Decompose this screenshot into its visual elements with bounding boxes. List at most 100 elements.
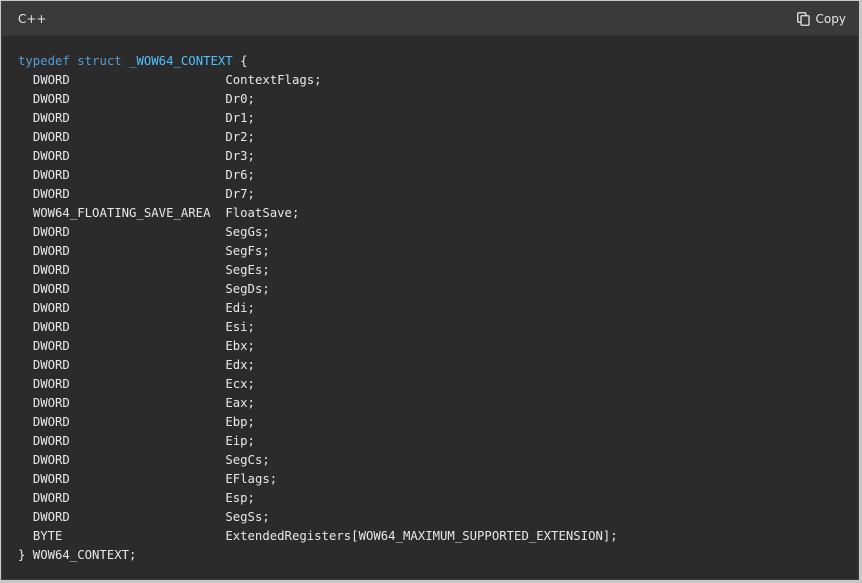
member-name: SegCs; xyxy=(225,453,270,467)
member-name: Dr0; xyxy=(225,92,255,106)
code-line-member: DWORD SegCs; xyxy=(18,451,858,470)
member-padding xyxy=(70,73,225,87)
member-type: DWORD xyxy=(32,301,70,315)
member-padding xyxy=(62,529,225,543)
member-padding xyxy=(70,358,225,372)
member-name: Esi; xyxy=(225,320,255,334)
member-type: DWORD xyxy=(32,92,70,106)
copy-button[interactable]: Copy xyxy=(796,10,846,28)
member-name: ExtendedRegisters[WOW64_MAXIMUM_SUPPORTE… xyxy=(225,529,618,543)
member-type: DWORD xyxy=(32,415,70,429)
language-label: C++ xyxy=(18,11,47,26)
member-padding xyxy=(70,415,225,429)
member-type: DWORD xyxy=(32,244,70,258)
member-type: WOW64_FLOATING_SAVE_AREA xyxy=(32,206,211,220)
code-line-member: DWORD Dr0; xyxy=(18,90,858,109)
member-type: DWORD xyxy=(32,73,70,87)
code-line-member: DWORD SegGs; xyxy=(18,223,858,242)
member-padding xyxy=(70,149,225,163)
member-name: FloatSave; xyxy=(225,206,300,220)
member-type: DWORD xyxy=(32,396,70,410)
member-name: Ebp; xyxy=(225,415,255,429)
member-type: BYTE xyxy=(32,529,63,543)
member-padding xyxy=(70,491,225,505)
code-line-member: DWORD Esp; xyxy=(18,489,858,508)
member-padding xyxy=(70,472,225,486)
code-line-member: DWORD SegDs; xyxy=(18,280,858,299)
member-padding xyxy=(70,111,225,125)
struct-name: _WOW64_CONTEXT xyxy=(129,54,233,68)
code-line-member: DWORD Ebp; xyxy=(18,413,858,432)
member-name: Dr7; xyxy=(225,187,255,201)
code-line-member: DWORD Dr1; xyxy=(18,109,858,128)
member-type: DWORD xyxy=(32,320,70,334)
member-name: Ebx; xyxy=(225,339,255,353)
code-content: typedef struct _WOW64_CONTEXT { DWORD Co… xyxy=(18,52,858,565)
member-padding xyxy=(70,301,225,315)
member-name: Eax; xyxy=(225,396,255,410)
member-padding xyxy=(70,396,225,410)
member-name: Dr3; xyxy=(225,149,255,163)
member-type: DWORD xyxy=(32,491,70,505)
member-type: DWORD xyxy=(32,377,70,391)
member-type: DWORD xyxy=(32,111,70,125)
member-name: Edi; xyxy=(225,301,255,315)
member-name: Dr6; xyxy=(225,168,255,182)
member-padding xyxy=(70,510,225,524)
member-padding xyxy=(70,434,225,448)
member-padding xyxy=(70,282,225,296)
code-line-member: DWORD SegEs; xyxy=(18,261,858,280)
code-line-member: WOW64_FLOATING_SAVE_AREA FloatSave; xyxy=(18,204,858,223)
member-type: DWORD xyxy=(32,434,70,448)
member-padding xyxy=(70,453,225,467)
code-block: C++ Copy typedef struct _WOW64_CONTEXT {… xyxy=(1,1,859,580)
member-name: Dr1; xyxy=(225,111,255,125)
code-line-member: DWORD Eax; xyxy=(18,394,858,413)
code-line-member: DWORD Dr6; xyxy=(18,166,858,185)
member-padding xyxy=(211,206,226,220)
code-line-open: typedef struct _WOW64_CONTEXT { xyxy=(18,52,858,71)
member-padding xyxy=(70,263,225,277)
keyword-typedef: typedef xyxy=(18,54,70,68)
code-line-close: } WOW64_CONTEXT; xyxy=(18,548,137,562)
member-name: SegEs; xyxy=(225,263,270,277)
code-line-member: DWORD Dr3; xyxy=(18,147,858,166)
open-brace: { xyxy=(232,54,248,68)
member-type: DWORD xyxy=(32,263,70,277)
code-line-member: DWORD SegFs; xyxy=(18,242,858,261)
member-name: Ecx; xyxy=(225,377,255,391)
member-type: DWORD xyxy=(32,130,70,144)
code-line-member: DWORD Edi; xyxy=(18,299,858,318)
code-line-member: DWORD SegSs; xyxy=(18,508,858,527)
member-type: DWORD xyxy=(32,339,70,353)
member-padding xyxy=(70,168,225,182)
code-line-member: DWORD Esi; xyxy=(18,318,858,337)
code-line-member: DWORD Dr7; xyxy=(18,185,858,204)
code-block-header: C++ Copy xyxy=(2,2,858,36)
member-name: Esp; xyxy=(225,491,255,505)
member-padding xyxy=(70,320,225,334)
code-line-member: DWORD Ebx; xyxy=(18,337,858,356)
code-line-member: DWORD Ecx; xyxy=(18,375,858,394)
code-line-member: DWORD ContextFlags; xyxy=(18,71,858,90)
member-padding xyxy=(70,339,225,353)
copy-label: Copy xyxy=(815,11,846,26)
member-type: DWORD xyxy=(32,225,70,239)
member-padding xyxy=(70,130,225,144)
member-type: DWORD xyxy=(32,282,70,296)
member-type: DWORD xyxy=(32,168,70,182)
member-padding xyxy=(70,244,225,258)
member-name: SegFs; xyxy=(225,244,270,258)
member-padding xyxy=(70,377,225,391)
member-name: SegGs; xyxy=(225,225,270,239)
member-name: ContextFlags; xyxy=(225,73,322,87)
member-name: Eip; xyxy=(225,434,255,448)
code-line-member: DWORD EFlags; xyxy=(18,470,858,489)
member-name: Dr2; xyxy=(225,130,255,144)
code-line-member: DWORD Dr2; xyxy=(18,128,858,147)
member-type: DWORD xyxy=(32,510,70,524)
code-body[interactable]: typedef struct _WOW64_CONTEXT { DWORD Co… xyxy=(2,36,858,565)
member-name: EFlags; xyxy=(225,472,278,486)
code-line-member: BYTE ExtendedRegisters[WOW64_MAXIMUM_SUP… xyxy=(18,527,858,546)
member-type: DWORD xyxy=(32,358,70,372)
